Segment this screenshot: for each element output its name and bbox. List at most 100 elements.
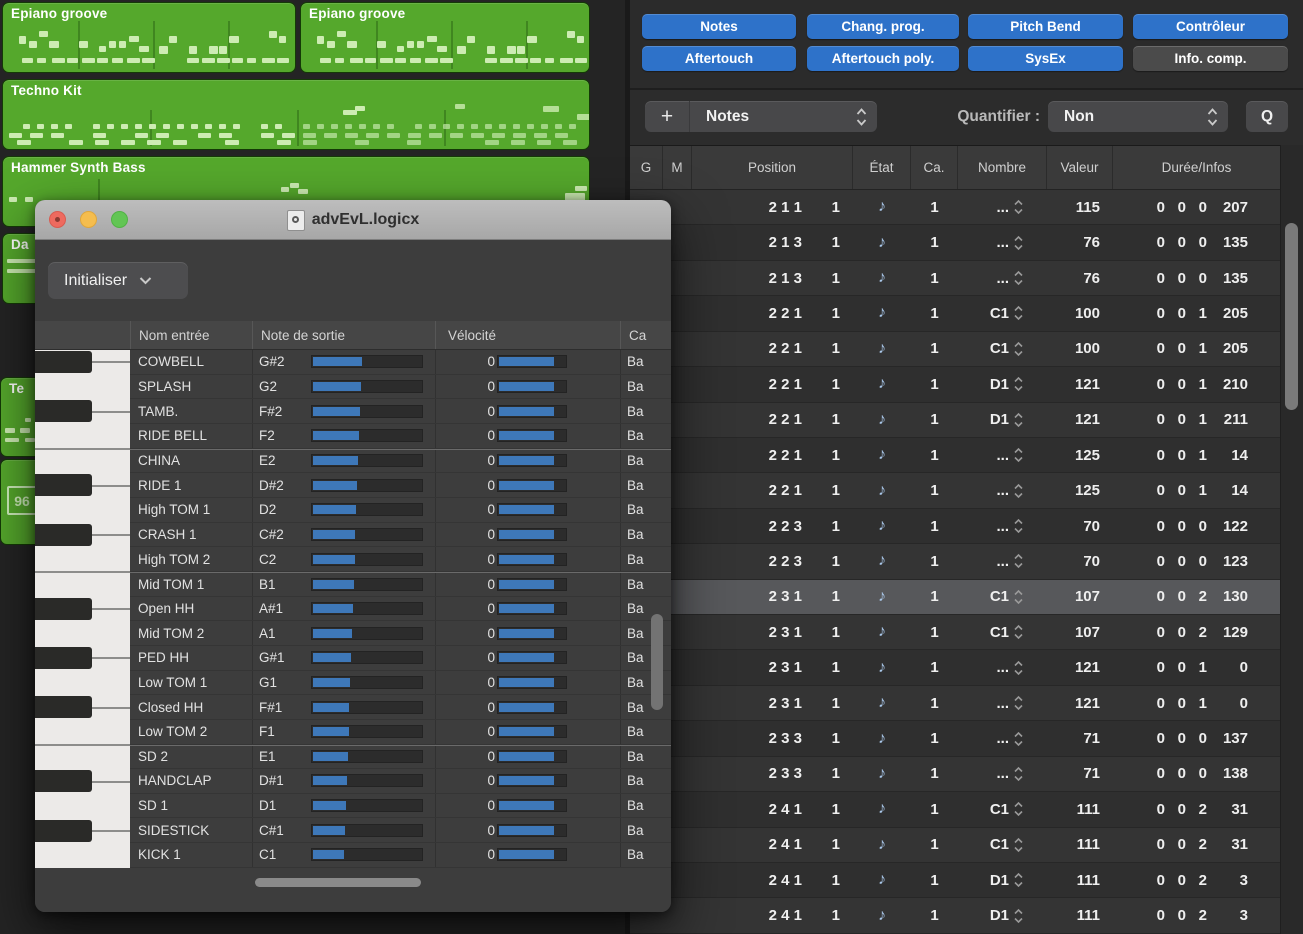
- note-value-bar[interactable]: [311, 602, 423, 615]
- value-stepper[interactable]: [1014, 412, 1023, 428]
- drum-row-china[interactable]: CHINAE20Ba: [130, 449, 671, 474]
- filter-button-sysex[interactable]: SysEx: [968, 46, 1123, 71]
- event-row[interactable]: 2 4 11♪1D11110023: [630, 863, 1280, 898]
- cell-value[interactable]: 125: [1047, 438, 1113, 472]
- drum-row-ped-hh[interactable]: PED HHG#10Ba: [130, 646, 671, 671]
- note-value-bar[interactable]: [311, 750, 423, 763]
- column-header-m[interactable]: M: [663, 146, 692, 189]
- note-value-bar[interactable]: [311, 503, 423, 516]
- drum-row-sd-2[interactable]: SD 2E10Ba: [130, 745, 671, 770]
- cell-length-info[interactable]: 0010: [1113, 686, 1280, 720]
- value-stepper[interactable]: [1014, 235, 1023, 251]
- cell-length-info[interactable]: 0010: [1113, 650, 1280, 684]
- velocity-cell[interactable]: 0: [435, 450, 620, 473]
- drum-name[interactable]: CRASH 1: [130, 523, 252, 547]
- cell-number[interactable]: D1: [958, 403, 1047, 437]
- channel-cell[interactable]: Ba: [620, 695, 671, 719]
- value-stepper[interactable]: [1014, 731, 1023, 747]
- cell-length-info[interactable]: 000122: [1113, 509, 1280, 543]
- cell-channel[interactable]: 1: [911, 190, 958, 224]
- filter-button-info-comp[interactable]: Info. comp.: [1133, 46, 1288, 71]
- column-header-valeur[interactable]: Valeur: [1047, 146, 1113, 189]
- drum-row-splash[interactable]: SPLASHG20Ba: [130, 375, 671, 400]
- output-note-cell[interactable]: D#2: [252, 473, 435, 497]
- cell-value[interactable]: 71: [1047, 757, 1113, 791]
- output-note-cell[interactable]: F2: [252, 424, 435, 448]
- velocity-value-bar[interactable]: [497, 701, 567, 714]
- cell-value[interactable]: 121: [1047, 686, 1113, 720]
- note-value-bar[interactable]: [311, 627, 423, 640]
- value-stepper[interactable]: [1014, 872, 1023, 888]
- value-stepper[interactable]: [1014, 766, 1023, 782]
- velocity-value-bar[interactable]: [497, 553, 567, 566]
- cell-value[interactable]: 100: [1047, 296, 1113, 330]
- drum-name[interactable]: High TOM 2: [130, 547, 252, 571]
- cell-channel[interactable]: 1: [911, 721, 958, 755]
- cell-value[interactable]: 71: [1047, 721, 1113, 755]
- note-value-bar[interactable]: [311, 479, 423, 492]
- drum-row-crash-1[interactable]: CRASH 1C#20Ba: [130, 523, 671, 548]
- value-stepper[interactable]: [1014, 270, 1023, 286]
- filter-button-notes[interactable]: Notes: [642, 14, 796, 39]
- cell-number[interactable]: ...: [958, 650, 1047, 684]
- velocity-cell[interactable]: 0: [435, 695, 620, 719]
- cell-length-info[interactable]: 002130: [1113, 580, 1280, 614]
- cell-length-info[interactable]: 002129: [1113, 615, 1280, 649]
- cell-position[interactable]: 2 3 11: [692, 615, 853, 649]
- note-value-bar[interactable]: [311, 578, 423, 591]
- quantize-apply-button[interactable]: Q: [1246, 101, 1288, 132]
- piano-keyboard[interactable]: [35, 350, 130, 868]
- velocity-cell[interactable]: 0: [435, 794, 620, 818]
- output-note-cell[interactable]: G1: [252, 671, 435, 695]
- event-row[interactable]: 2 4 11♪1C111100231: [630, 828, 1280, 863]
- velocity-value-bar[interactable]: [497, 355, 567, 368]
- channel-cell[interactable]: Ba: [620, 450, 671, 473]
- drum-name[interactable]: High TOM 1: [130, 498, 252, 522]
- cell-length-info[interactable]: 000138: [1113, 757, 1280, 791]
- drum-row-sidestick[interactable]: SIDESTICKC#10Ba: [130, 818, 671, 843]
- cell-length-info[interactable]: 000135: [1113, 225, 1280, 259]
- velocity-value-bar[interactable]: [497, 429, 567, 442]
- drum-name[interactable]: TAMB.: [130, 399, 252, 423]
- filter-button-contr-leur[interactable]: Contrôleur: [1133, 14, 1288, 39]
- drum-name[interactable]: PED HH: [130, 646, 252, 670]
- cell-channel[interactable]: 1: [911, 615, 958, 649]
- event-row[interactable]: 2 4 11♪1C111100231: [630, 792, 1280, 827]
- drum-row-high-tom-2[interactable]: High TOM 2C20Ba: [130, 547, 671, 572]
- note-value-bar[interactable]: [311, 701, 423, 714]
- cell-length-info[interactable]: 00231: [1113, 828, 1280, 862]
- note-value-bar[interactable]: [311, 676, 423, 689]
- drum-name[interactable]: RIDE 1: [130, 473, 252, 497]
- velocity-cell[interactable]: 0: [435, 621, 620, 645]
- cell-length-info[interactable]: 0023: [1113, 863, 1280, 897]
- midi-region-techno-kit[interactable]: Techno Kit: [2, 79, 590, 150]
- filter-button-pitch-bend[interactable]: Pitch Bend: [968, 14, 1123, 39]
- output-note-cell[interactable]: C2: [252, 547, 435, 571]
- cell-length-info[interactable]: 00114: [1113, 473, 1280, 507]
- velocity-cell[interactable]: 0: [435, 547, 620, 571]
- channel-cell[interactable]: Ba: [620, 375, 671, 399]
- cell-number[interactable]: ...: [958, 757, 1047, 791]
- column-header-nombre[interactable]: Nombre: [958, 146, 1047, 189]
- value-stepper[interactable]: [1014, 447, 1023, 463]
- cell-channel[interactable]: 1: [911, 544, 958, 578]
- velocity-cell[interactable]: 0: [435, 473, 620, 497]
- cell-channel[interactable]: 1: [911, 332, 958, 366]
- cell-number[interactable]: D1: [958, 367, 1047, 401]
- cell-length-info[interactable]: 000207: [1113, 190, 1280, 224]
- drum-row-ride-bell[interactable]: RIDE BELLF20Ba: [130, 424, 671, 449]
- value-stepper[interactable]: [1014, 660, 1023, 676]
- note-value-bar[interactable]: [311, 651, 423, 664]
- value-stepper[interactable]: [1014, 908, 1023, 924]
- event-row[interactable]: 2 3 11♪1C1107002130: [630, 580, 1280, 615]
- column-header-g[interactable]: G: [630, 146, 663, 189]
- cell-number[interactable]: C1: [958, 615, 1047, 649]
- drum-name[interactable]: KICK 1: [130, 843, 252, 867]
- drum-row-high-tom-1[interactable]: High TOM 1D20Ba: [130, 498, 671, 523]
- black-key-a-1[interactable]: [35, 598, 92, 620]
- horizontal-scrollbar[interactable]: [255, 878, 421, 887]
- velocity-cell[interactable]: 0: [435, 523, 620, 547]
- cell-channel[interactable]: 1: [911, 686, 958, 720]
- drum-name[interactable]: SD 1: [130, 794, 252, 818]
- cell-length-info[interactable]: 001210: [1113, 367, 1280, 401]
